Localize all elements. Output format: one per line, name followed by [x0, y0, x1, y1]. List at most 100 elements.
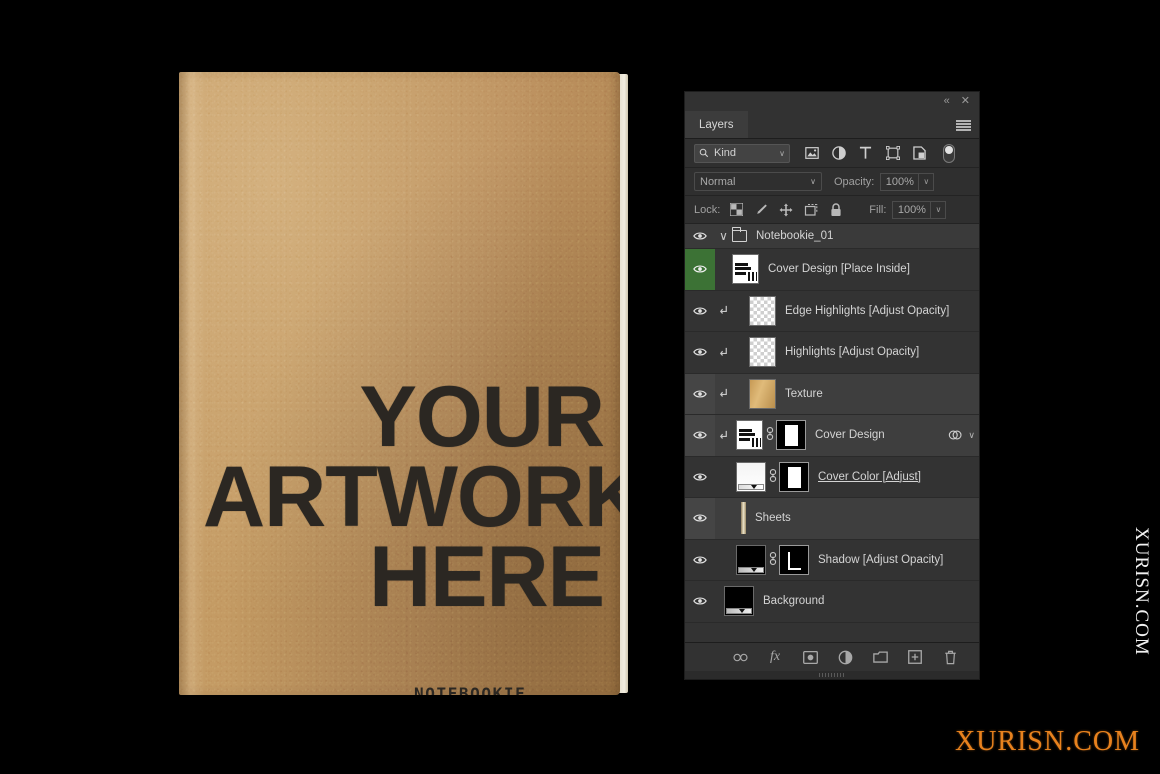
mask-link-icon[interactable]	[763, 427, 776, 443]
panel-titlebar: « ✕	[685, 92, 979, 111]
tab-layers[interactable]: Layers	[685, 111, 748, 138]
layer-mask-thumbnail[interactable]	[779, 544, 809, 575]
panel-menu-icon[interactable]	[956, 120, 971, 131]
layer-style-fx-button[interactable]: fx	[767, 649, 783, 665]
layer-name[interactable]: Sheets	[755, 512, 791, 524]
layer-row-texture[interactable]: Texture	[685, 373, 979, 415]
lock-image-icon[interactable]	[754, 203, 768, 217]
pixel-filter-icon[interactable]	[804, 146, 819, 161]
layer-thumbnail[interactable]	[749, 378, 776, 409]
blend-mode-select[interactable]: Normal ∨	[694, 172, 822, 191]
layers-panel-toolbar: fx	[685, 642, 979, 671]
eye-icon	[693, 348, 707, 356]
filter-icon-group	[804, 143, 955, 163]
fill-stepper-chevron[interactable]: ∨	[931, 200, 947, 219]
close-panel-icon[interactable]: ✕	[961, 96, 970, 107]
expand-effects-chevron[interactable]: ∨	[968, 430, 975, 441]
layer-row-cover-design-place-inside[interactable]: Cover Design [Place Inside]	[685, 249, 979, 291]
layer-thumbnail[interactable]	[736, 461, 766, 492]
layer-list[interactable]: ∨ Notebookie_01 Cover Design [Place Insi…	[685, 224, 979, 642]
opacity-label: Opacity:	[834, 175, 875, 188]
layer-thumbnail[interactable]	[724, 586, 754, 617]
layer-row-cover-color-adjust[interactable]: Cover Color [Adjust]	[685, 456, 979, 498]
layer-visibility-toggle[interactable]	[685, 332, 715, 373]
eye-icon	[693, 556, 707, 564]
collapse-panel-icon[interactable]: «	[944, 96, 950, 107]
layer-mask-thumbnail[interactable]	[779, 461, 809, 492]
layer-row-background[interactable]: Background	[685, 581, 979, 623]
opacity-stepper-chevron[interactable]: ∨	[919, 172, 935, 191]
eye-icon	[693, 597, 707, 605]
lock-fill-row: Lock: Fill: 100% ∨	[685, 196, 979, 224]
layer-row-edge-highlights[interactable]: Edge Highlights [Adjust Opacity]	[685, 290, 979, 332]
smart-object-filter-icon[interactable]	[912, 146, 927, 161]
layer-name[interactable]: Cover Color [Adjust]	[818, 471, 921, 483]
mask-link-icon[interactable]	[766, 468, 779, 485]
lock-position-icon[interactable]	[779, 203, 793, 217]
delete-layer-button[interactable]	[942, 649, 958, 665]
layer-visibility-toggle[interactable]	[685, 581, 715, 622]
adjustment-filter-icon[interactable]	[831, 146, 846, 161]
layer-visibility-toggle[interactable]	[685, 540, 715, 581]
layer-thumbnail[interactable]	[749, 337, 776, 368]
layer-name[interactable]: Edge Highlights [Adjust Opacity]	[785, 305, 949, 317]
notebook-cover: YOUR ARTWORK HERE NOTEBOOKIE MOCKUPS PAC…	[179, 72, 620, 695]
layer-visibility-toggle[interactable]	[685, 224, 715, 248]
layer-name[interactable]: Highlights [Adjust Opacity]	[785, 346, 919, 358]
layer-thumbnail[interactable]	[741, 502, 746, 535]
cover-subtitle: NOTEBOOKIE MOCKUPS PACK BY BULBFISH	[414, 683, 604, 695]
lock-transparency-icon[interactable]	[729, 203, 743, 217]
layer-thumbnail[interactable]	[736, 544, 766, 575]
clipping-mask-arrow-icon	[715, 305, 732, 316]
type-filter-icon[interactable]	[858, 146, 873, 161]
layer-row-shadow[interactable]: Shadow [Adjust Opacity]	[685, 539, 979, 581]
layer-row-right-controls: ∨	[948, 429, 979, 442]
layer-mask-thumbnail[interactable]	[776, 420, 806, 451]
lock-all-icon[interactable]	[829, 202, 843, 217]
layer-thumbnail[interactable]	[732, 254, 759, 285]
layer-name[interactable]: Cover Design [Place Inside]	[768, 263, 910, 275]
screenshot-canvas: YOUR ARTWORK HERE NOTEBOOKIE MOCKUPS PAC…	[0, 0, 1160, 774]
layer-thumbnail[interactable]	[749, 295, 776, 326]
eye-icon	[693, 265, 707, 273]
add-layer-mask-button[interactable]	[802, 649, 818, 665]
mask-link-icon[interactable]	[766, 551, 779, 568]
opacity-input[interactable]: 100%	[880, 172, 920, 191]
layer-name[interactable]: Texture	[785, 388, 823, 400]
layer-row-cover-design[interactable]: Cover Design ∨	[685, 415, 979, 457]
group-expand-chevron[interactable]: ∨	[715, 229, 732, 243]
layer-visibility-toggle[interactable]	[685, 249, 715, 290]
filter-kind-select[interactable]: Kind ∨	[694, 143, 790, 163]
lock-icon-group	[729, 202, 843, 217]
panel-resize-grip[interactable]	[685, 671, 979, 679]
layer-visibility-toggle[interactable]	[685, 291, 715, 332]
layer-name[interactable]: Notebookie_01	[756, 230, 833, 242]
cover-headline: YOUR ARTWORK HERE	[203, 374, 620, 620]
layer-name[interactable]: Cover Design	[815, 429, 885, 441]
layer-visibility-toggle[interactable]	[685, 498, 715, 539]
new-adjustment-layer-button[interactable]	[837, 649, 853, 665]
smart-filters-icon[interactable]	[948, 429, 962, 442]
lock-artboard-icon[interactable]	[804, 203, 818, 217]
layer-name[interactable]: Shadow [Adjust Opacity]	[818, 554, 943, 566]
eye-icon	[693, 473, 707, 481]
filter-enable-toggle[interactable]	[943, 143, 955, 163]
new-layer-button[interactable]	[907, 649, 923, 665]
shape-filter-icon[interactable]	[885, 146, 900, 161]
clipping-mask-arrow-icon	[715, 430, 732, 441]
new-group-button[interactable]	[872, 649, 888, 665]
layer-visibility-toggle[interactable]	[685, 415, 715, 456]
watermark-horizontal: XURISN.COM	[954, 726, 1140, 757]
layer-visibility-toggle[interactable]	[685, 457, 715, 498]
blend-opacity-row: Normal ∨ Opacity: 100% ∨	[685, 168, 979, 196]
layer-row-group[interactable]: ∨ Notebookie_01	[685, 224, 979, 249]
link-layers-button[interactable]	[732, 649, 748, 665]
cover-subtitle-line-1: NOTEBOOKIE	[414, 684, 527, 695]
layer-name[interactable]: Background	[763, 595, 824, 607]
fill-input[interactable]: 100%	[892, 200, 932, 219]
layer-visibility-toggle[interactable]	[685, 373, 715, 414]
folder-icon	[732, 227, 747, 242]
layer-row-highlights[interactable]: Highlights [Adjust Opacity]	[685, 332, 979, 374]
layer-thumbnail[interactable]	[736, 420, 763, 451]
layer-row-sheets[interactable]: Sheets	[685, 498, 979, 540]
